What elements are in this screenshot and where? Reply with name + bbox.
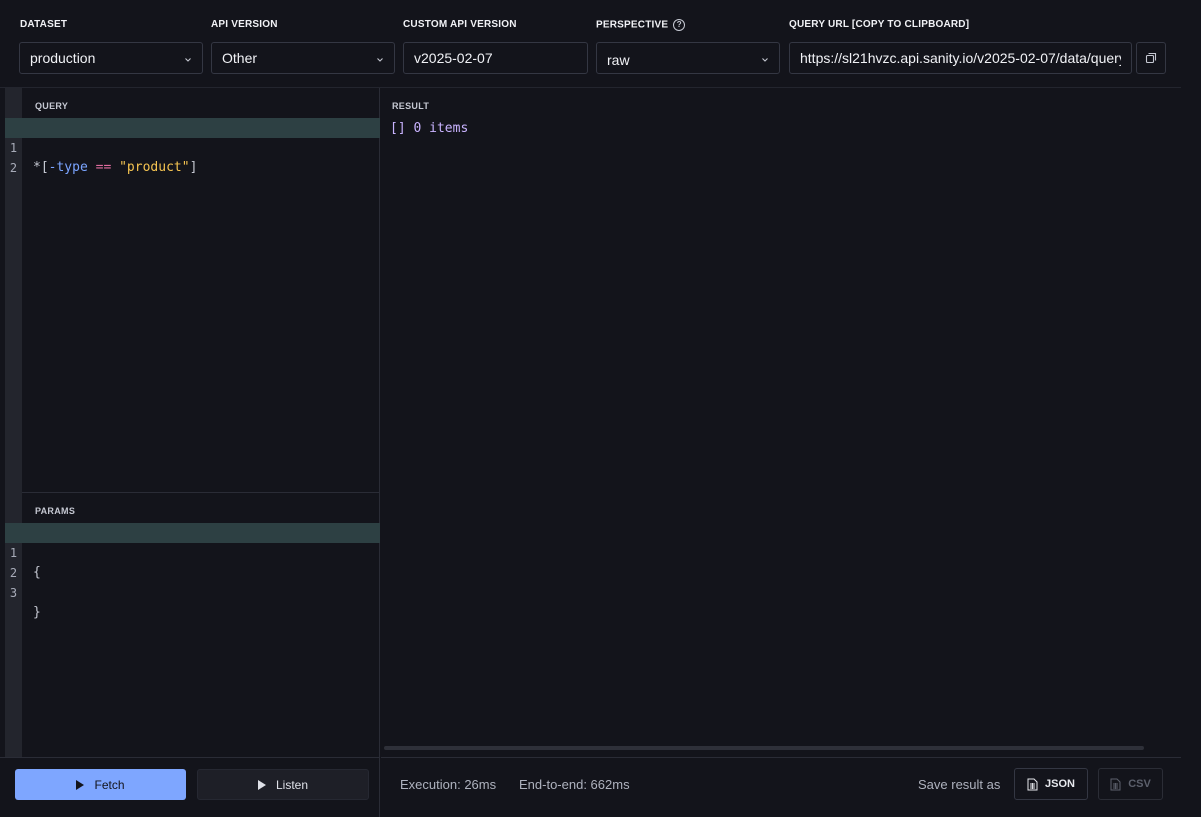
- query-url-input[interactable]: https://sl21hvzc.api.sanity.io/v2025-02-…: [789, 42, 1132, 74]
- code-token: *[: [33, 160, 49, 175]
- dataset-select[interactable]: production: [19, 42, 203, 74]
- result-pane: [381, 88, 1181, 757]
- result-output: [] 0 items: [390, 121, 469, 136]
- listen-button[interactable]: Listen: [197, 769, 369, 800]
- custom-api-version-input[interactable]: v2025-02-07: [403, 42, 588, 74]
- play-icon: [257, 779, 266, 790]
- question-circle-icon[interactable]: ?: [673, 19, 686, 31]
- result-scrollbar[interactable]: [384, 746, 1144, 750]
- query-url-label: QUERY URL [COPY TO CLIPBOARD]: [789, 19, 970, 30]
- document-icon: [1110, 778, 1121, 790]
- custom-api-version-value: v2025-02-07: [414, 50, 493, 66]
- toolbar: DATASET production API VERSION Other CUS…: [0, 0, 1201, 88]
- code-token: "product": [119, 160, 190, 175]
- json-label: JSON: [1045, 778, 1075, 790]
- line-number: 2: [9, 161, 18, 175]
- dataset-label: DATASET: [20, 19, 68, 30]
- document-icon: [1027, 778, 1038, 790]
- fetch-button[interactable]: Fetch: [15, 769, 186, 800]
- copy-icon: [1145, 52, 1157, 64]
- dataset-value: production: [30, 50, 96, 66]
- editor-pane: [0, 88, 380, 757]
- save-result-label: Save result as: [918, 777, 1001, 792]
- query-url-value: https://sl21hvzc.api.sanity.io/v2025-02-…: [800, 50, 1121, 66]
- chevron-down-icon: [377, 58, 383, 62]
- query-code: *[-type == "product"]: [33, 158, 197, 178]
- code-token: ]: [189, 160, 198, 175]
- chevron-down-icon: [762, 58, 768, 62]
- params-line[interactable]: 2: [5, 543, 380, 580]
- query-line[interactable]: 2: [5, 138, 380, 175]
- api-version-label: API VERSION: [211, 19, 278, 30]
- save-csv-button[interactable]: CSV: [1098, 768, 1163, 800]
- copy-url-button[interactable]: [1136, 42, 1166, 74]
- line-gutter: [5, 88, 22, 757]
- api-version-select[interactable]: Other: [211, 42, 395, 74]
- params-label: PARAMS: [35, 506, 76, 516]
- fetch-label: Fetch: [94, 777, 125, 792]
- execution-time: Execution: 26ms: [400, 777, 497, 792]
- query-label: QUERY: [35, 101, 69, 111]
- perspective-label-text: PERSPECTIVE: [596, 19, 669, 31]
- line-number: 3: [9, 586, 18, 600]
- query-line[interactable]: 1 *[-type == "product"]: [5, 118, 380, 175]
- params-code: }: [33, 605, 41, 620]
- end-to-end-time: End-to-end: 662ms: [519, 777, 630, 792]
- params-line[interactable]: 3 }: [5, 563, 380, 620]
- code-token: -type: [48, 160, 88, 175]
- perspective-label: PERSPECTIVE?: [596, 19, 686, 31]
- custom-api-version-label: CUSTOM API VERSION: [403, 19, 517, 30]
- window-edge: [1181, 0, 1201, 817]
- pane-divider[interactable]: [22, 492, 380, 493]
- listen-label: Listen: [275, 777, 309, 792]
- params-line[interactable]: 1 {: [5, 523, 380, 580]
- chevron-down-icon: [185, 58, 191, 62]
- save-json-button[interactable]: JSON: [1014, 768, 1088, 800]
- result-label: RESULT: [392, 101, 430, 111]
- code-token: ==: [87, 160, 120, 175]
- play-icon: [76, 779, 85, 790]
- perspective-select[interactable]: raw: [596, 42, 780, 74]
- perspective-value: raw: [607, 51, 630, 68]
- csv-label: CSV: [1128, 778, 1151, 790]
- api-version-value: Other: [222, 50, 258, 66]
